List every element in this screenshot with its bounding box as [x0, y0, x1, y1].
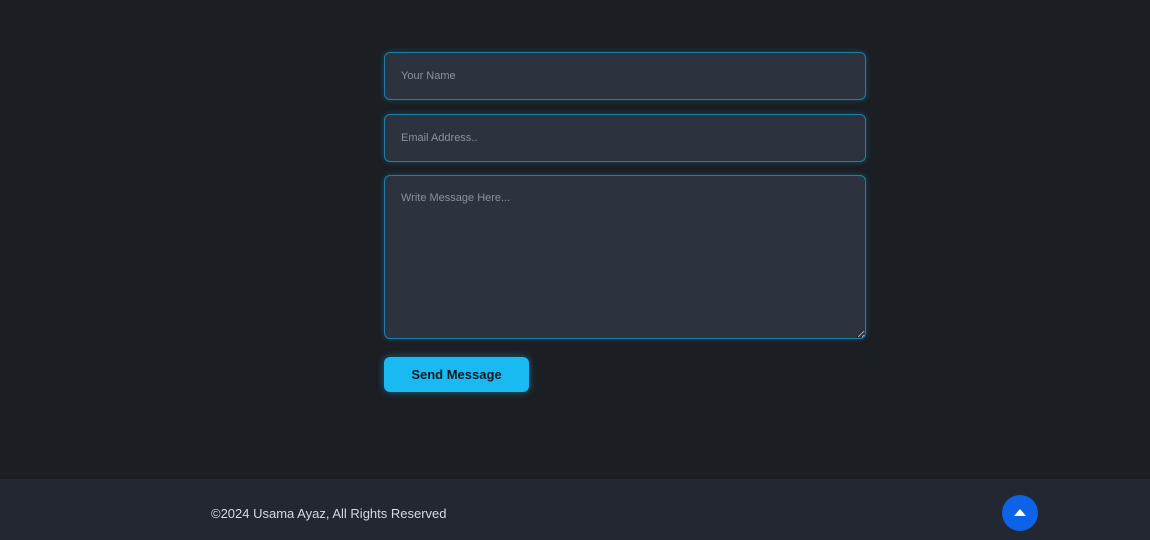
page: Send Message ©2024 Usama Ayaz, All Right…: [0, 0, 1150, 540]
copyright-text: ©2024 Usama Ayaz, All Rights Reserved: [211, 506, 447, 521]
caret-up-icon: [1014, 509, 1026, 517]
footer: ©2024 Usama Ayaz, All Rights Reserved: [0, 479, 1150, 540]
name-input[interactable]: [384, 52, 866, 100]
send-message-button[interactable]: Send Message: [384, 357, 529, 392]
email-input[interactable]: [384, 114, 866, 162]
message-textarea[interactable]: [384, 175, 866, 339]
contact-form: Send Message: [384, 52, 866, 392]
back-to-top-button[interactable]: [1002, 495, 1038, 531]
